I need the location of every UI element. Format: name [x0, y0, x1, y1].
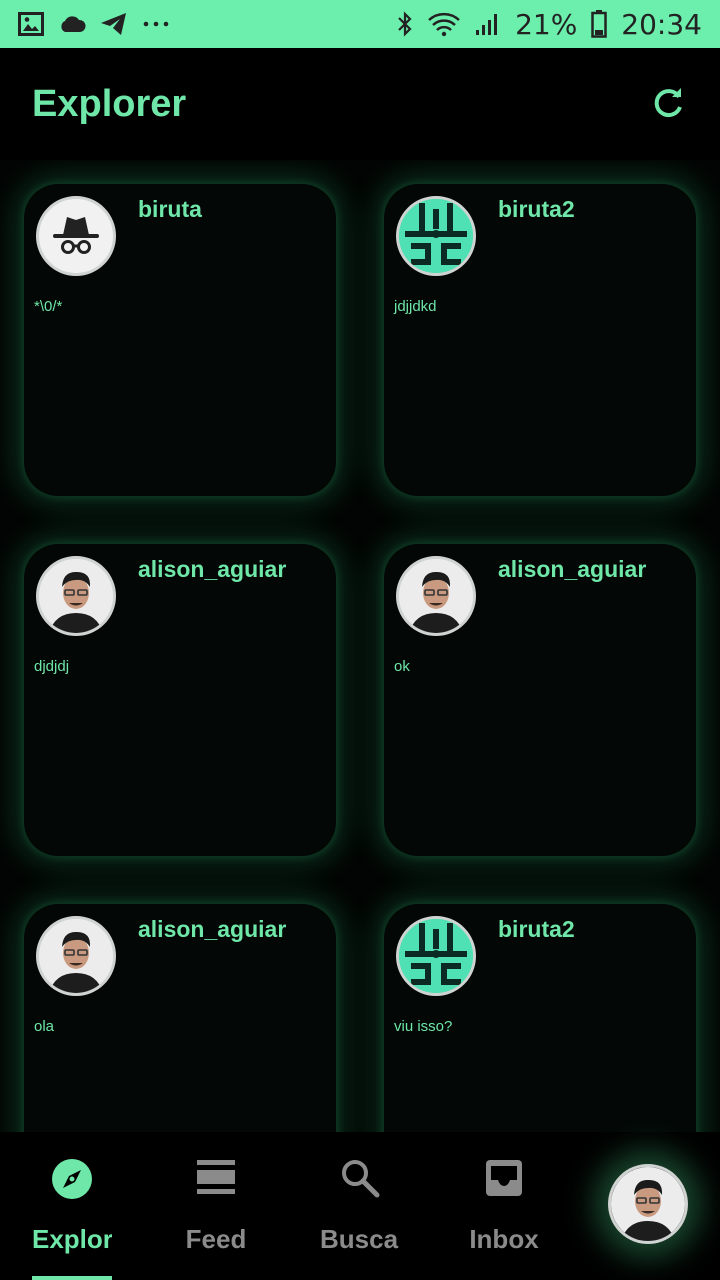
nav-label: Busca	[320, 1224, 399, 1254]
person-avatar-icon	[39, 919, 113, 993]
bottom-navigation: Explorer Feed Busca Inbox	[0, 1132, 720, 1280]
nav-item-feed[interactable]: Feed	[144, 1132, 288, 1280]
app-bar: Explorer	[0, 48, 720, 160]
card-username: alison_aguiar	[138, 556, 287, 582]
telegram-icon	[100, 12, 128, 36]
refresh-button[interactable]	[648, 84, 688, 124]
pattern-avatar-icon	[399, 199, 473, 273]
refresh-icon	[654, 88, 682, 118]
feed-icon	[197, 1160, 235, 1194]
user-card[interactable]: biruta *\0/*	[24, 184, 336, 496]
avatar	[396, 196, 476, 276]
wifi-icon	[427, 11, 461, 37]
user-card[interactable]: biruta2 viu isso?	[384, 904, 696, 1132]
card-username: biruta	[138, 196, 202, 222]
card-post-text: ok	[394, 658, 410, 675]
incognito-icon	[53, 217, 99, 254]
card-username: alison_aguiar	[498, 556, 647, 582]
card-post-text: *\0/*	[34, 298, 63, 315]
avatar	[36, 196, 116, 276]
avatar	[396, 916, 476, 996]
nav-item-busca[interactable]: Busca	[288, 1132, 432, 1280]
image-icon	[18, 12, 44, 36]
avatar	[396, 556, 476, 636]
search-icon	[342, 1160, 380, 1198]
cloud-icon	[58, 14, 86, 34]
nav-item-explorer[interactable]: Explorer	[0, 1132, 144, 1280]
nav-label: Explorer	[32, 1224, 112, 1254]
active-tab-indicator	[32, 1276, 112, 1280]
card-post-text: jdjjdkd	[394, 298, 437, 315]
bluetooth-icon	[397, 11, 413, 37]
pattern-avatar-icon	[399, 919, 473, 993]
battery-percentage: 21%	[515, 7, 578, 41]
card-username: biruta2	[498, 916, 575, 942]
status-bar: 21% 20:34	[0, 0, 720, 48]
card-username: biruta2	[498, 196, 575, 222]
nav-label: Inbox	[469, 1224, 539, 1254]
user-card[interactable]: alison_aguiar ola	[24, 904, 336, 1132]
person-avatar-icon	[611, 1167, 685, 1241]
page-title: Explorer	[32, 82, 187, 125]
profile-avatar-button[interactable]	[608, 1164, 688, 1244]
card-post-text: djdjdj	[34, 658, 70, 675]
nav-item-inbox[interactable]: Inbox	[432, 1132, 576, 1280]
battery-icon	[591, 10, 608, 38]
more-icon	[142, 20, 170, 28]
user-card[interactable]: alison_aguiar djdjdj	[24, 544, 336, 856]
clock: 20:34	[621, 7, 702, 41]
signal-icon	[475, 12, 501, 36]
user-card[interactable]: alison_aguiar ok	[384, 544, 696, 856]
user-card[interactable]: biruta2 jdjjdkd	[384, 184, 696, 496]
card-username: alison_aguiar	[138, 916, 287, 942]
avatar	[36, 556, 116, 636]
person-avatar-icon	[399, 559, 473, 633]
person-avatar-icon	[39, 559, 113, 633]
card-post-text: ola	[34, 1018, 55, 1035]
explorer-grid: biruta *\0/* biruta2 jdjjdkd alison_agui…	[0, 160, 720, 1132]
inbox-icon	[486, 1160, 522, 1196]
card-post-text: viu isso?	[394, 1018, 453, 1035]
compass-icon	[52, 1159, 92, 1199]
nav-label: Feed	[185, 1224, 247, 1254]
avatar	[36, 916, 116, 996]
